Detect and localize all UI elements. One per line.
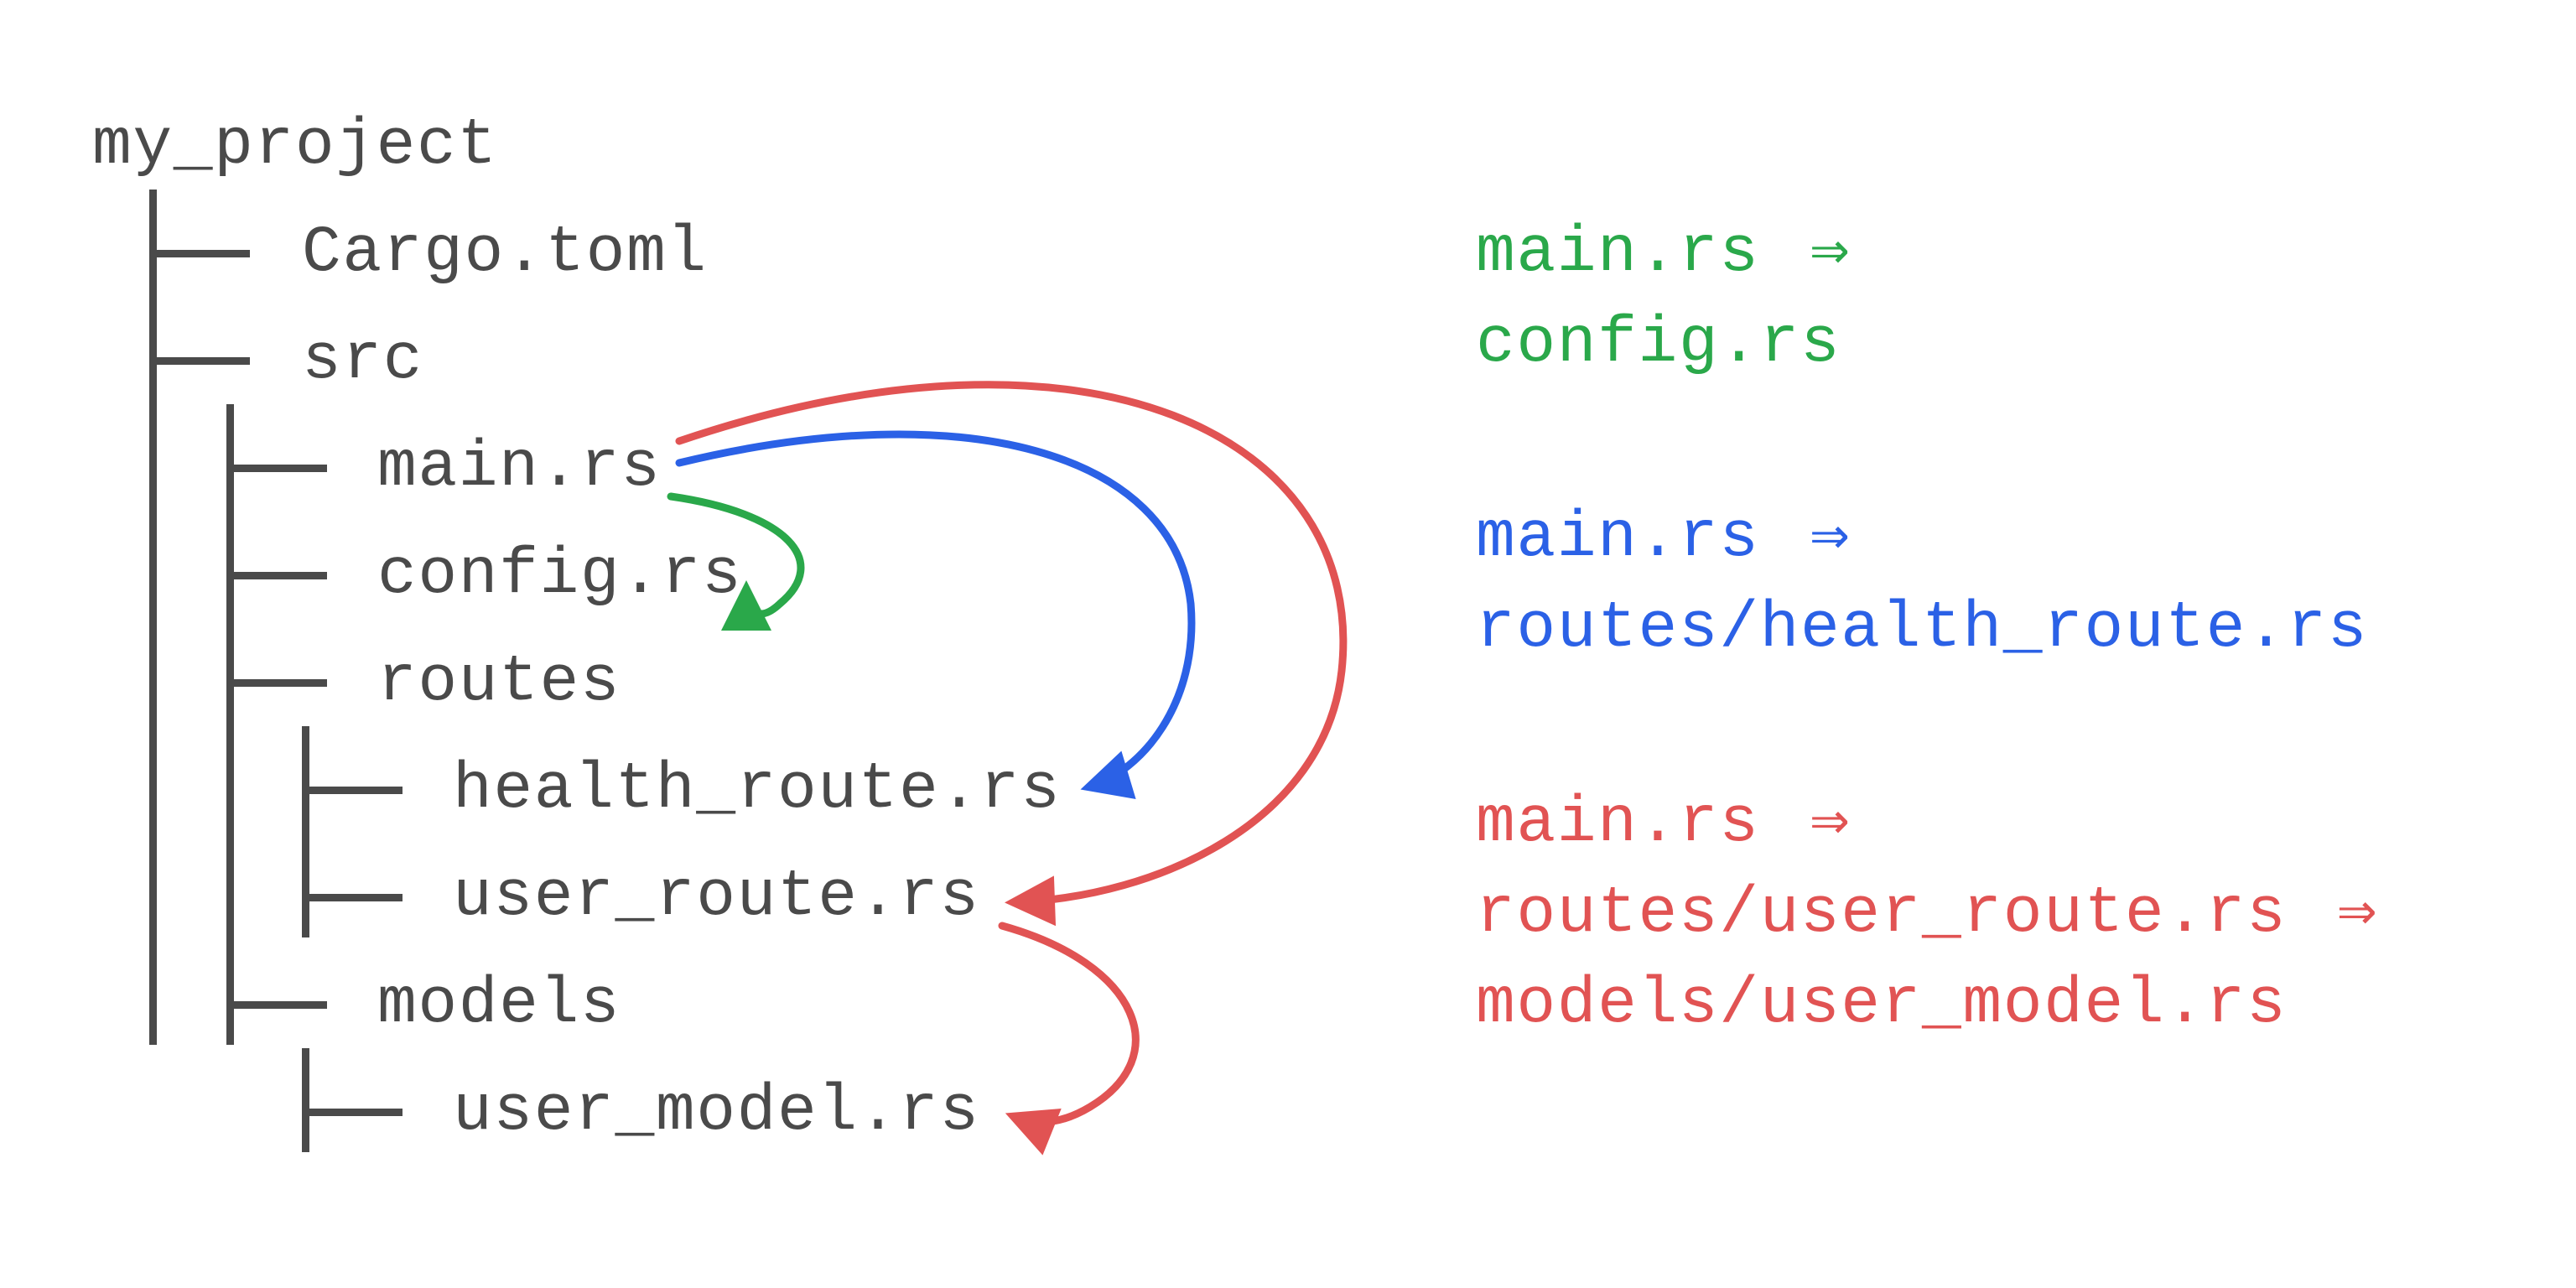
legend-red-to: models/user_model.rs [1476,972,2287,1037]
arrow-right-icon: ⇒ [1800,791,1851,856]
tree-file-cargo: Cargo.toml [302,221,708,286]
legend-green-to: config.rs [1476,311,1841,377]
tree-file-user-route: user_route.rs [453,865,980,930]
tree-branch-main [226,465,327,472]
legend-red-line2: routes/user_route.rs ⇒ [1476,881,2378,947]
tree-file-health-route: health_route.rs [453,757,1062,823]
tree-dir-models: models [377,972,621,1037]
tree-dir-routes: routes [377,650,621,715]
tree-branch-models [226,1001,327,1009]
tree-branch-config [226,572,327,579]
diagram-stage: my_project Cargo.toml src main.rs config… [0,0,2576,1288]
tree-root: my_project [92,113,498,179]
tree-branch-routes [226,679,327,687]
tree-spine-models [302,1048,309,1152]
tree-branch-user-model [302,1109,402,1116]
tree-spine-routes [302,726,309,937]
tree-file-main: main.rs [377,435,662,501]
legend-blue-line1: main.rs ⇒ [1476,506,1851,571]
legend-green-from: main.rs [1476,216,1760,290]
tree-file-user-model: user_model.rs [453,1079,980,1145]
legend-green-line1: main.rs ⇒ [1476,221,1851,286]
tree-spine-d2 [226,404,234,1045]
tree-branch-cargo [149,250,250,257]
legend-red-from: main.rs [1476,787,1760,860]
arrow-right-icon: ⇒ [1800,221,1851,286]
tree-dir-src: src [302,328,423,393]
tree-spine-d1 [149,190,157,1045]
tree-branch-user-route [302,894,402,901]
arrow-right-icon: ⇒ [2328,881,2378,947]
legend-blue-to: routes/health_route.rs [1476,596,2368,662]
dep-arrow-main-to-health [679,434,1192,787]
legend-red-mid: routes/user_route.rs [1476,877,2287,951]
tree-branch-health [302,787,402,794]
arrow-right-icon: ⇒ [1800,506,1851,571]
tree-branch-src [149,357,250,365]
dep-arrow-user-route-to-user-model [1002,926,1135,1122]
tree-file-config: config.rs [377,543,742,608]
legend-blue-from: main.rs [1476,501,1760,575]
legend-red-line1: main.rs ⇒ [1476,791,1851,856]
